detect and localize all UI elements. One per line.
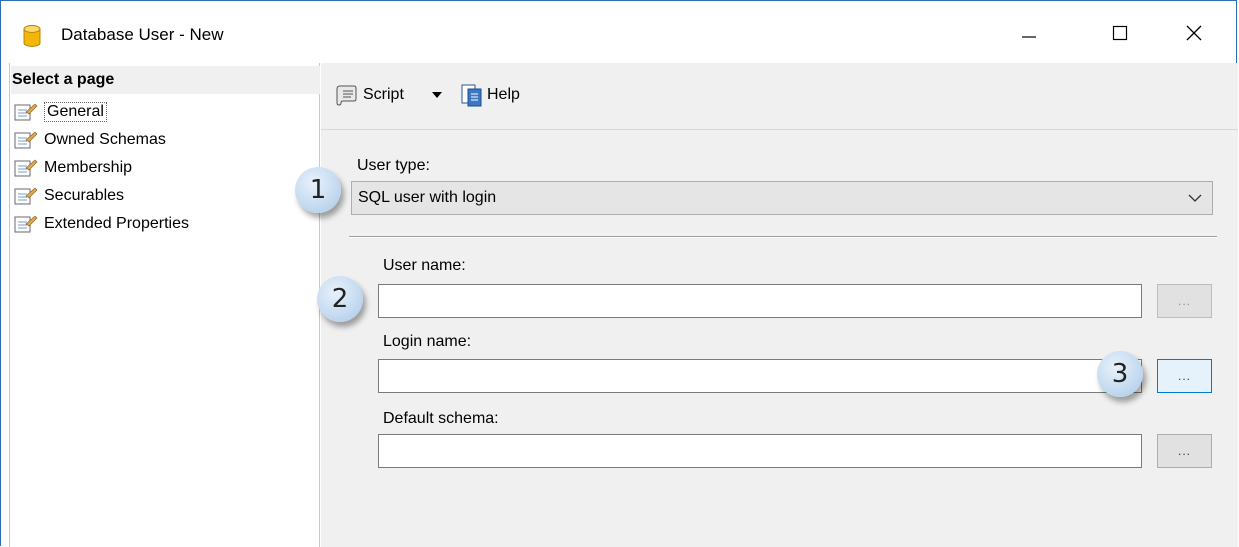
user-name-label: User name: <box>383 257 466 274</box>
user-type-select[interactable]: SQL user with login <box>351 181 1213 215</box>
page-wrench-icon <box>14 215 38 232</box>
script-icon <box>336 85 357 106</box>
main-panel: Script Help User type: SQL user with log… <box>321 63 1238 547</box>
window-title: Database User - New <box>61 25 224 44</box>
toolbar: Script Help <box>321 63 1238 130</box>
default-schema-browse-button[interactable]: ... <box>1157 434 1212 468</box>
user-type-value: SQL user with login <box>358 189 497 206</box>
login-name-browse-button[interactable]: ... <box>1157 359 1212 393</box>
sidebar-item-general[interactable]: General <box>14 99 107 124</box>
sidebar-item-securables[interactable]: Securables <box>14 183 124 208</box>
login-name-input[interactable] <box>378 359 1142 393</box>
section-divider <box>349 236 1217 238</box>
database-icon <box>23 25 41 47</box>
default-schema-label: Default schema: <box>383 410 499 427</box>
sidebar-item-extended-properties[interactable]: Extended Properties <box>14 211 189 236</box>
script-label: Script <box>363 86 404 103</box>
maximize-button[interactable] <box>1097 15 1143 51</box>
page-wrench-icon <box>14 103 38 120</box>
page-selector-panel: Select a page General Owned Schemas Memb… <box>9 63 320 547</box>
callout-badge: 3 <box>1097 351 1143 397</box>
sidebar-item-label: Owned Schemas <box>44 130 166 148</box>
default-schema-input[interactable] <box>378 434 1142 468</box>
close-button[interactable] <box>1171 15 1217 51</box>
page-wrench-icon <box>14 159 38 176</box>
title-bar: Database User - New <box>1 1 1236 61</box>
sidebar-header: Select a page <box>11 66 320 94</box>
callout-badge: 1 <box>295 167 341 213</box>
caret-down-icon <box>432 92 442 98</box>
help-button[interactable]: Help <box>459 81 520 109</box>
sidebar-item-label: General <box>44 101 107 122</box>
callout-badge: 2 <box>317 276 363 322</box>
minimize-icon <box>1022 36 1036 38</box>
close-icon <box>1186 25 1202 41</box>
user-name-input[interactable] <box>378 284 1142 318</box>
script-dropdown-button[interactable] <box>431 81 443 109</box>
chevron-down-icon <box>1188 182 1202 214</box>
minimize-button[interactable] <box>1006 15 1052 51</box>
sidebar-item-label: Membership <box>44 158 133 176</box>
user-type-label: User type: <box>357 157 430 174</box>
user-name-browse-button[interactable]: ... <box>1157 284 1212 318</box>
script-button[interactable]: Script <box>335 81 404 109</box>
sidebar-item-label: Extended Properties <box>44 214 189 232</box>
help-label: Help <box>487 86 520 103</box>
page-wrench-icon <box>14 131 38 148</box>
help-icon <box>461 84 482 107</box>
database-user-window: Database User - New Select a page Genera… <box>0 0 1238 547</box>
page-wrench-icon <box>14 187 38 204</box>
login-name-label: Login name: <box>383 333 472 350</box>
sidebar-item-membership[interactable]: Membership <box>14 155 132 180</box>
sidebar-item-label: Securables <box>44 186 125 204</box>
maximize-icon <box>1112 25 1128 41</box>
sidebar-item-owned-schemas[interactable]: Owned Schemas <box>14 127 166 152</box>
